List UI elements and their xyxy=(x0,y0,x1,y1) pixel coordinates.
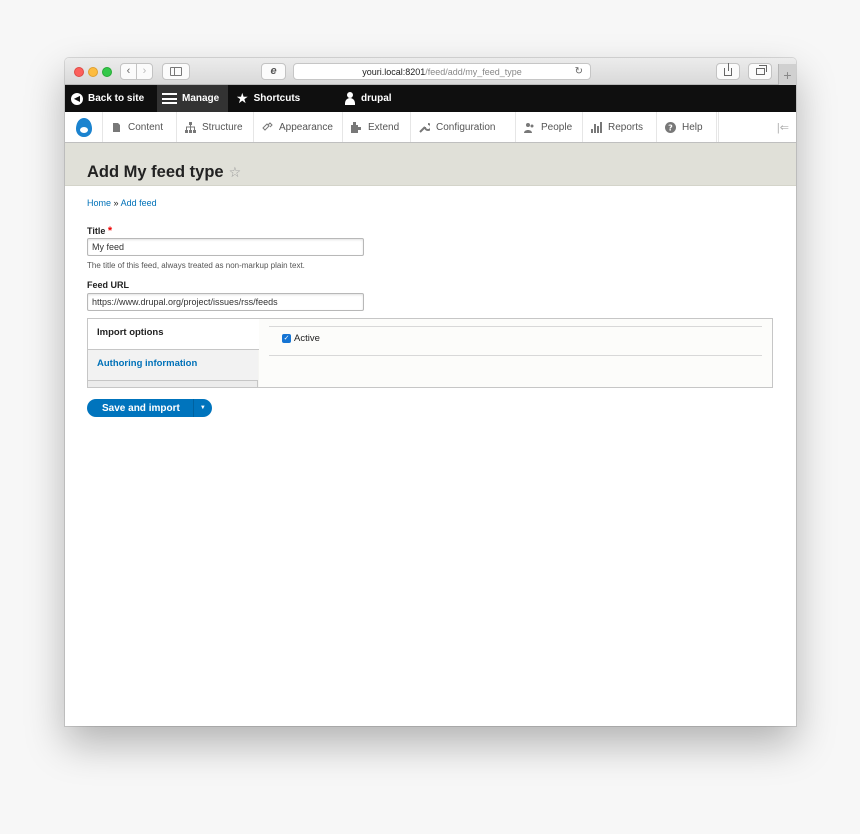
new-tab-button[interactable]: + xyxy=(778,64,796,85)
help-icon: ? xyxy=(665,121,676,133)
menu-item-appearance[interactable]: Appearance xyxy=(254,112,343,142)
menu-item-help[interactable]: ? Help xyxy=(657,112,717,142)
browser-extension-button[interactable]: e xyxy=(261,63,286,80)
page-title-text: Add My feed type xyxy=(87,163,224,181)
vertical-tab-list: Import options Authoring information xyxy=(88,319,259,387)
breadcrumb-separator: » xyxy=(113,198,119,208)
minimize-window-button[interactable] xyxy=(88,67,98,77)
active-checkbox-label: Active xyxy=(294,333,320,344)
admin-toolbar: ◀ Back to site Manage ★ Shortcuts drupal xyxy=(65,85,796,112)
address-bar[interactable]: youri.local:8201/feed/add/my_feed_type ↻ xyxy=(293,63,591,80)
ie-logo-icon: e xyxy=(270,65,277,77)
sidebar-toggle-button[interactable] xyxy=(162,63,190,80)
menu-item-people[interactable]: People xyxy=(516,112,583,142)
svg-text:?: ? xyxy=(668,123,673,132)
browser-chrome: ‹ › e youri.local:8201/feed/add/my_feed_… xyxy=(65,58,796,85)
close-window-button[interactable] xyxy=(74,67,84,77)
url-path: /feed/add/my_feed_type xyxy=(425,66,522,77)
back-nav-button[interactable]: ‹ xyxy=(120,63,137,80)
tabs-icon xyxy=(755,65,767,75)
configuration-icon xyxy=(419,122,430,133)
required-marker: * xyxy=(107,225,113,237)
chevron-left-icon: ‹ xyxy=(126,65,131,77)
shortcuts-label: Shortcuts xyxy=(253,93,301,104)
tab-authoring-information[interactable]: Authoring information xyxy=(88,350,258,381)
user-tab[interactable]: drupal xyxy=(344,85,392,112)
title-input[interactable] xyxy=(87,238,364,256)
orientation-toggle-button[interactable]: |⇐ xyxy=(718,112,796,142)
active-checkbox-row[interactable]: ✓ Active xyxy=(282,333,320,344)
title-label: Title * xyxy=(87,225,113,237)
menu-item-label: People xyxy=(541,121,573,133)
admin-menu-tray: Content Structure Appearance Extend Conf… xyxy=(65,112,796,143)
menu-item-label: Content xyxy=(128,121,164,133)
page-header: Add My feed type ☆ xyxy=(65,143,796,186)
manage-label: Manage xyxy=(182,93,220,104)
back-to-site-label: Back to site xyxy=(88,93,145,104)
menu-item-label: Reports xyxy=(608,121,644,133)
extend-icon xyxy=(351,121,362,133)
chevron-right-icon: › xyxy=(142,65,147,77)
menu-item-reports[interactable]: Reports xyxy=(583,112,657,142)
pane-divider xyxy=(269,326,762,327)
show-tabs-button[interactable] xyxy=(748,63,772,80)
url-host: youri.local:8201 xyxy=(362,66,426,77)
reload-icon[interactable]: ↻ xyxy=(575,66,583,77)
breadcrumb-add-feed-link[interactable]: Add feed xyxy=(121,198,157,208)
shortcuts-tab[interactable]: ★ Shortcuts xyxy=(236,85,300,112)
structure-icon xyxy=(185,121,196,133)
caret-down-icon: ▼ xyxy=(199,405,206,411)
star-icon: ★ xyxy=(236,90,249,106)
menu-item-configuration[interactable]: Configuration xyxy=(411,112,516,142)
menu-item-label: Structure xyxy=(202,121,243,133)
shortcut-star-icon[interactable]: ☆ xyxy=(229,164,242,180)
menu-item-extend[interactable]: Extend xyxy=(343,112,411,142)
vertical-tabs: Import options Authoring information ✓ A… xyxy=(87,318,773,388)
sidebar-icon xyxy=(170,67,182,76)
drupal-logo-icon[interactable] xyxy=(65,112,103,142)
menu-item-content[interactable]: Content xyxy=(103,112,177,142)
manage-tab[interactable]: Manage xyxy=(157,85,228,112)
content-icon xyxy=(111,122,122,133)
forward-nav-button[interactable]: › xyxy=(136,63,153,80)
user-icon xyxy=(344,92,356,105)
menu-item-label: Configuration xyxy=(436,121,496,133)
pane-divider xyxy=(269,355,762,356)
browser-window: ‹ › e youri.local:8201/feed/add/my_feed_… xyxy=(65,58,796,726)
menu-item-structure[interactable]: Structure xyxy=(177,112,254,142)
tab-import-options[interactable]: Import options xyxy=(88,319,259,350)
appearance-icon xyxy=(262,121,273,133)
menu-item-label: Extend xyxy=(368,121,400,133)
title-description: The title of this feed, always treated a… xyxy=(87,261,305,270)
user-label: drupal xyxy=(361,93,392,104)
feed-url-label: Feed URL xyxy=(87,280,130,290)
breadcrumb-home-link[interactable]: Home xyxy=(87,198,111,208)
import-options-pane: ✓ Active xyxy=(259,319,772,387)
share-button[interactable] xyxy=(716,62,740,80)
share-icon xyxy=(724,62,732,76)
hamburger-icon xyxy=(162,93,177,104)
save-and-import-split-button: Save and import ▼ xyxy=(87,399,212,417)
zoom-window-button[interactable] xyxy=(102,67,112,77)
breadcrumb: Home » Add feed xyxy=(87,198,157,208)
feed-url-input[interactable] xyxy=(87,293,364,311)
save-and-import-button[interactable]: Save and import xyxy=(87,399,193,417)
save-options-dropdown-button[interactable]: ▼ xyxy=(192,399,212,417)
back-arrow-icon: ◀ xyxy=(71,92,83,105)
collapse-icon: |⇐ xyxy=(776,121,789,134)
active-checkbox[interactable]: ✓ xyxy=(282,334,291,343)
menu-item-label: Appearance xyxy=(279,121,333,133)
back-to-site-link[interactable]: ◀ Back to site xyxy=(71,85,144,112)
people-icon xyxy=(524,122,535,133)
reports-icon xyxy=(591,121,602,133)
page-title: Add My feed type ☆ xyxy=(87,163,241,182)
menu-item-label: Help xyxy=(682,121,703,133)
